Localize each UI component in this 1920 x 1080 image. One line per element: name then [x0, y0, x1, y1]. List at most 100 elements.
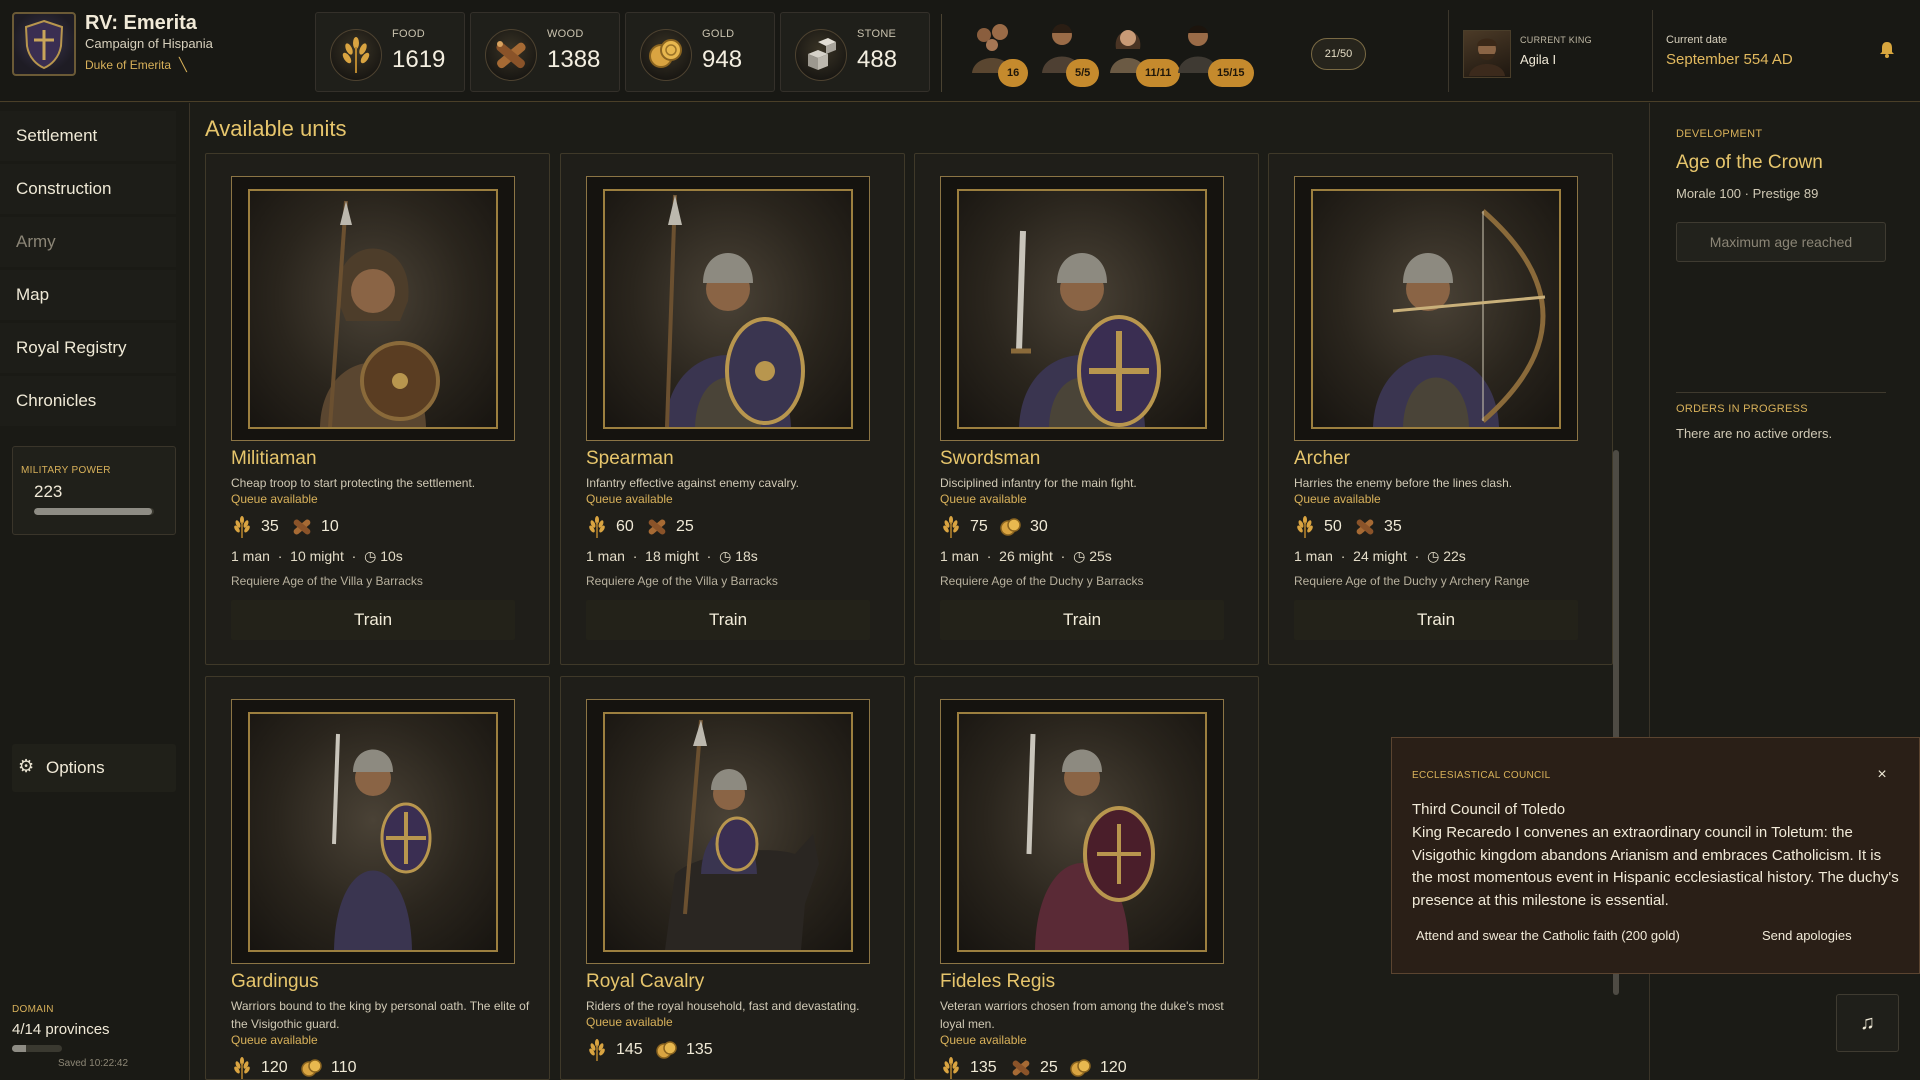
wheat-icon: [940, 516, 962, 538]
options-button[interactable]: ⚙ Options: [12, 744, 176, 792]
resource-label: WOOD: [547, 28, 584, 40]
sidebar-item-chronicles[interactable]: Chronicles: [0, 376, 176, 426]
orders-empty-text: There are no active orders.: [1676, 426, 1833, 441]
unit-train-time: 22s: [1443, 548, 1466, 564]
unit-cost-value: 25: [676, 518, 694, 535]
advance-age-button[interactable]: Maximum age reached: [1676, 222, 1886, 262]
resource-label: GOLD: [702, 28, 735, 40]
resource-value: 1619: [392, 46, 446, 73]
unit-cost: 10: [291, 516, 339, 538]
edit-pen-icon[interactable]: ╲: [179, 57, 187, 72]
unit-card: Fideles Regis Veteran warriors chosen fro…: [914, 676, 1259, 1080]
resource-stone: STONE 488: [780, 12, 930, 92]
train-button[interactable]: Train: [1294, 600, 1578, 640]
unit-name: Gardingus: [231, 971, 319, 992]
unit-portrait-image: [248, 712, 498, 952]
unit-portrait: [231, 176, 515, 441]
resource-food: FOOD 1619: [315, 12, 465, 92]
options-label: Options: [46, 758, 105, 777]
unit-portrait-image: [1311, 189, 1561, 429]
event-option-apologize[interactable]: Send apologies: [1762, 928, 1852, 943]
wheat-icon: [231, 1057, 253, 1079]
unit-portrait-image: [603, 189, 853, 429]
resource-value: 488: [857, 46, 898, 73]
unit-portrait-image: [603, 712, 853, 952]
unit-requirement: Requiere Age of the Duchy y Barracks: [940, 574, 1144, 588]
date-value: September 554 AD: [1666, 51, 1793, 68]
sidebar-item-royal-registry[interactable]: Royal Registry: [0, 323, 176, 373]
event-body: King Recaredo I convenes an extraordinar…: [1412, 824, 1899, 909]
unit-men: 1 man: [586, 548, 625, 564]
unit-train-time: 10s: [380, 548, 403, 564]
wheat-icon: [586, 1039, 608, 1061]
unit-queue-status: Queue available: [586, 492, 673, 506]
logs-icon: [485, 29, 537, 81]
train-button[interactable]: Train: [586, 600, 870, 640]
coins-icon: [301, 1057, 323, 1079]
unit-queue-status: Queue available: [586, 1015, 673, 1029]
unit-queue-status: Queue available: [231, 1033, 318, 1047]
clock-icon: ◷: [719, 548, 732, 564]
unit-portrait: [586, 699, 870, 964]
unit-might: 18 might: [645, 548, 699, 564]
unit-cost: 35: [231, 516, 279, 538]
unit-card: Gardingus Warriors bound to the king by p…: [205, 676, 550, 1080]
divider: [1652, 10, 1653, 92]
coins-icon: [656, 1039, 678, 1061]
unit-might: 26 might: [999, 548, 1053, 564]
unit-cost-value: 120: [1100, 1059, 1127, 1076]
train-button[interactable]: Train: [940, 600, 1224, 640]
unit-queue-status: Queue available: [1294, 492, 1381, 506]
clock-icon: ◷: [364, 548, 377, 564]
population-families: 16: [968, 18, 1038, 88]
unit-cost: 120: [231, 1057, 288, 1079]
unit-cost: 145: [586, 1039, 643, 1061]
unit-portrait: [586, 176, 870, 441]
orders-label: ORDERS IN PROGRESS: [1676, 403, 1808, 415]
coins-icon: [1000, 516, 1022, 538]
unit-card: Militiaman Cheap troop to start protectin…: [205, 153, 550, 665]
event-option-attend[interactable]: Attend and swear the Catholic faith (200…: [1416, 928, 1680, 943]
unit-portrait-image: [957, 712, 1207, 952]
sidebar-item-army[interactable]: Army: [0, 217, 176, 267]
unit-description: Veteran warriors chosen from among the d…: [940, 999, 1224, 1031]
resource-gold: GOLD 948: [625, 12, 775, 92]
population-badge: 15/15: [1208, 59, 1254, 87]
close-icon[interactable]: ×: [1872, 766, 1892, 786]
unit-description: Disciplined infantry for the main fight.: [940, 476, 1137, 490]
logs-icon: [1354, 516, 1376, 538]
unit-cost: 135: [656, 1039, 713, 1061]
train-button[interactable]: Train: [231, 600, 515, 640]
unit-men: 1 man: [231, 548, 270, 564]
unit-card: Archer Harries the enemy before the lines…: [1268, 153, 1613, 665]
unit-cost: 75: [940, 516, 988, 538]
unit-description: Warriors bound to the king by personal o…: [231, 999, 530, 1031]
music-toggle-button[interactable]: ♫: [1836, 994, 1899, 1052]
duke-title[interactable]: Duke of Emerita ╲: [85, 57, 187, 73]
event-category: ECCLESIASTICAL COUNCIL: [1412, 770, 1551, 781]
domain-value: 4/14 provinces: [12, 1021, 110, 1038]
sidebar-item-map[interactable]: Map: [0, 270, 176, 320]
unit-cost-value: 35: [261, 518, 279, 535]
unit-cost-value: 30: [1030, 518, 1048, 535]
sidebar-item-construction[interactable]: Construction: [0, 164, 176, 214]
bell-icon[interactable]: [1878, 40, 1898, 60]
unit-cost-value: 35: [1384, 518, 1402, 535]
coins-icon: [1070, 1057, 1092, 1079]
unit-portrait: [940, 176, 1224, 441]
unit-cost-value: 10: [321, 518, 339, 535]
unit-portrait: [1294, 176, 1578, 441]
population-soldiers: 15/15: [1172, 18, 1254, 88]
sidebar-item-settlement[interactable]: Settlement: [0, 111, 176, 161]
wheat-icon: [330, 29, 382, 81]
unit-cost-value: 135: [970, 1059, 997, 1076]
unit-cost: 110: [301, 1057, 357, 1079]
unit-cost: 135: [940, 1057, 997, 1079]
unit-cost-value: 50: [1324, 518, 1342, 535]
unit-stats: 1 man · 10 might · ◷ 10s: [231, 548, 403, 564]
unit-might: 24 might: [1353, 548, 1407, 564]
development-stats: Morale 100 · Prestige 89: [1676, 186, 1819, 201]
logs-icon: [1010, 1057, 1032, 1079]
duchy-crest-icon: [12, 12, 76, 76]
stone-blocks-icon: [795, 29, 847, 81]
